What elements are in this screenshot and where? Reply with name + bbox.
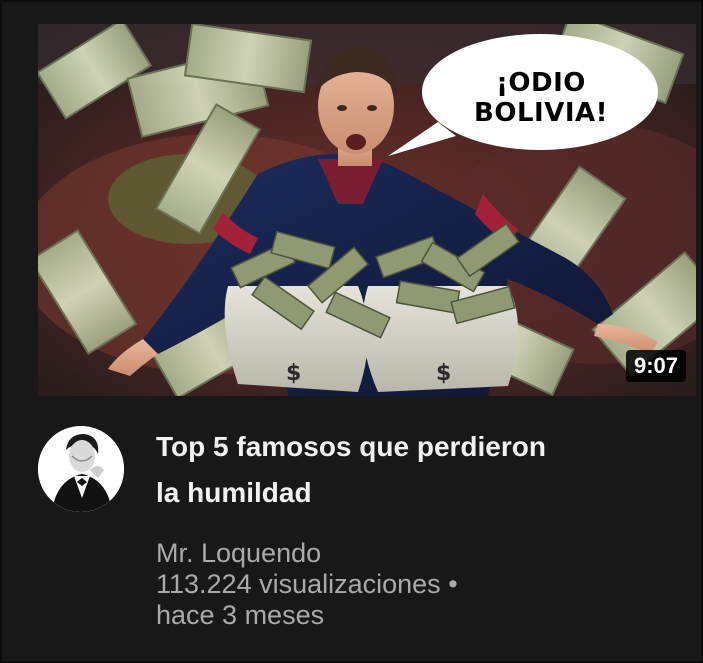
speech-bubble-text: ¡ODIO BOLIVIA!: [456, 68, 626, 128]
video-thumbnail[interactable]: $ $ ¡ODIO BOLIVIA! 9:07: [38, 24, 696, 396]
video-metadata: Top 5 famosos que perdieron la humildad …: [38, 422, 678, 652]
speech-line-1: ¡ODIO: [496, 68, 586, 98]
view-count: 113.224 visualizaciones •: [156, 569, 458, 599]
video-details: Top 5 famosos que perdieron la humildad …: [156, 422, 656, 631]
upload-age: hace 3 meses: [156, 600, 325, 630]
video-title-line-1: Top 5 famosos que perdieron: [156, 431, 546, 462]
video-card: $ $ ¡ODIO BOLIVIA! 9:07 Top 5 famosos qu…: [0, 0, 703, 663]
speech-line-2: BOLIVIA!: [474, 98, 608, 128]
video-title[interactable]: Top 5 famosos que perdieron la humildad: [156, 424, 656, 516]
video-title-line-2: la humildad: [156, 477, 312, 508]
channel-name[interactable]: Mr. Loquendo: [156, 538, 656, 569]
channel-avatar-icon: [38, 426, 124, 512]
channel-avatar[interactable]: [38, 426, 124, 512]
duration-badge: 9:07: [625, 350, 686, 382]
svg-text:$: $: [436, 361, 451, 386]
svg-text:$: $: [286, 361, 301, 386]
